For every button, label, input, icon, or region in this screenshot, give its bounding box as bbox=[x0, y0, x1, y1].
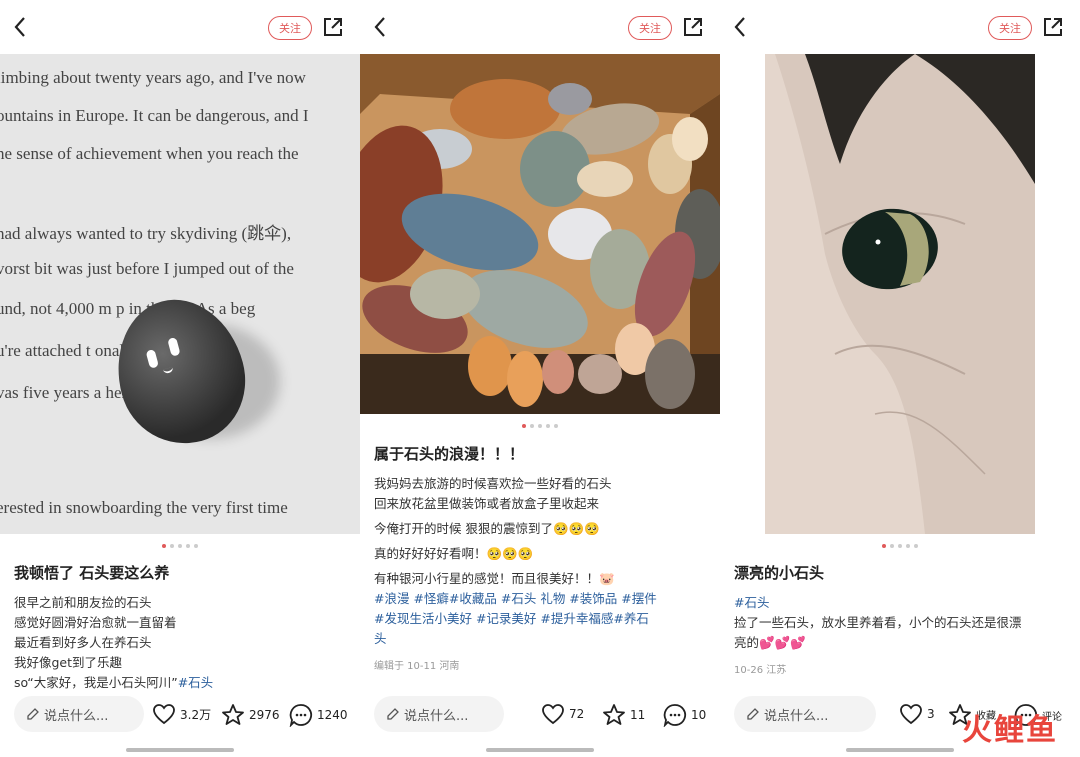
comment-bubble-icon bbox=[289, 704, 313, 727]
post-title: 我顿悟了 石头要这么养 bbox=[14, 564, 170, 582]
stone-in-palm-photo bbox=[765, 54, 1035, 534]
hashtag-links[interactable]: #浪漫 #怪癖#收藏品 #石头 礼物 #装饰品 #摆件 bbox=[374, 589, 708, 609]
watermark-logo: 火鲤鱼 bbox=[962, 705, 1058, 749]
home-indicator bbox=[846, 748, 954, 752]
top-bar: 关注 bbox=[720, 0, 1080, 54]
post-text-line: 感觉好圆滑好治愈就一直留着 bbox=[14, 615, 177, 630]
post-content: 漂亮的小石头 #石头 捡了一些石头，放水里养着看，小个的石头还是很漂 亮的💕💕💕… bbox=[734, 562, 1068, 676]
back-arrow-icon[interactable] bbox=[370, 14, 392, 40]
post-image[interactable] bbox=[765, 54, 1035, 534]
comment-input[interactable]: 说点什么... bbox=[374, 696, 504, 732]
post-image[interactable]: limbing about twenty years ago, and I've… bbox=[0, 54, 360, 534]
share-icon[interactable] bbox=[1041, 15, 1065, 39]
bottom-action-bar: 说点什么... 72 11 10 bbox=[360, 696, 720, 736]
home-indicator bbox=[486, 748, 594, 752]
like-button[interactable]: 3.2万 bbox=[152, 703, 211, 725]
post-content: 我顿悟了 石头要这么养 很早之前和朋友捡的石头 感觉好圆滑好治愈就一直留着 最近… bbox=[14, 562, 348, 693]
post-text-line: 我妈妈去旅游的时候喜欢捡一些好看的石头 bbox=[374, 476, 612, 491]
post-panel-2: 关注 属于石头的浪漫！！！ 我妈妈去旅游的时候喜欢捡一些好看的石头 回来放花盆里… bbox=[360, 0, 720, 757]
hashtag-links[interactable]: 头 bbox=[374, 629, 708, 649]
back-arrow-icon[interactable] bbox=[730, 14, 752, 40]
post-text-line: 亮的💕💕💕 bbox=[734, 635, 806, 650]
share-icon[interactable] bbox=[681, 15, 705, 39]
post-meta: 编辑于 10-11 河南 bbox=[374, 661, 460, 672]
post-text-line: 很早之前和朋友捡的石头 bbox=[14, 595, 152, 610]
heart-icon bbox=[542, 704, 564, 725]
like-count: 72 bbox=[569, 707, 585, 721]
book-text-line: he sense of achievement when you reach t… bbox=[0, 144, 299, 163]
book-text-line: vorst bit was just before I jumped out o… bbox=[0, 259, 294, 278]
book-text-line: erested in snowboarding the very first t… bbox=[0, 498, 288, 517]
comment-bubble-icon bbox=[663, 704, 687, 727]
image-pager-dots bbox=[0, 544, 360, 548]
bottom-action-bar: 说点什么... 3.2万 2976 1240 bbox=[0, 696, 360, 736]
book-text-line: ountains in Europe. It can be dangerous,… bbox=[0, 106, 309, 125]
collect-count: 2976 bbox=[249, 707, 280, 722]
comment-count: 10 bbox=[691, 708, 707, 722]
post-title: 漂亮的小石头 bbox=[734, 564, 825, 582]
like-button[interactable]: 72 bbox=[541, 703, 584, 725]
pencil-icon bbox=[387, 708, 399, 720]
collect-button[interactable]: 2976 bbox=[221, 703, 280, 726]
collect-count: 11 bbox=[630, 707, 646, 722]
post-panel-3: 关注 漂亮的小石头 #石头 捡了一些石头，放水里养着看，小个的石头还是很漂 亮的… bbox=[720, 0, 1080, 757]
hashtag-link[interactable]: #石头 bbox=[178, 675, 213, 690]
pencil-icon bbox=[27, 708, 39, 720]
collect-button[interactable]: 11 bbox=[602, 703, 645, 726]
comment-button[interactable]: 10 bbox=[663, 703, 706, 727]
share-icon[interactable] bbox=[321, 15, 345, 39]
like-count: 3 bbox=[927, 707, 935, 721]
post-text-line: 回来放花盆里做装饰或者放盒子里收起来 bbox=[374, 496, 600, 511]
heart-icon bbox=[900, 704, 922, 725]
post-text-line: so“大家好，我是小石头阿川”#石头 bbox=[14, 673, 348, 693]
star-icon bbox=[603, 704, 625, 725]
hashtag-link[interactable]: #石头 bbox=[734, 593, 1068, 613]
back-arrow-icon[interactable] bbox=[10, 14, 32, 40]
pencil-icon bbox=[747, 708, 759, 720]
heart-icon bbox=[153, 704, 175, 725]
post-text-line: 捡了一些石头，放水里养着看，小个的石头还是很漂 bbox=[734, 615, 1022, 630]
hashtag-links[interactable]: #发现生活小美好 #记录美好 #提升幸福感#养石 bbox=[374, 609, 708, 629]
star-icon bbox=[222, 704, 244, 725]
home-indicator bbox=[126, 748, 234, 752]
post-panel-1: 关注 limbing about twenty years ago, and I… bbox=[0, 0, 360, 757]
book-text-line: had always wanted to try skydiving (跳伞), bbox=[0, 224, 292, 243]
comment-input[interactable]: 说点什么... bbox=[734, 696, 876, 732]
follow-button[interactable]: 关注 bbox=[988, 16, 1032, 40]
comment-placeholder: 说点什么... bbox=[764, 708, 829, 724]
comment-placeholder: 说点什么... bbox=[404, 708, 469, 724]
post-text-line: 有种银河小行星的感觉！而且很美好！！🐷 bbox=[374, 571, 615, 586]
follow-button[interactable]: 关注 bbox=[628, 16, 672, 40]
post-image[interactable] bbox=[360, 54, 720, 414]
post-text: so“大家好，我是小石头阿川” bbox=[14, 675, 178, 690]
post-content: 属于石头的浪漫！！！ 我妈妈去旅游的时候喜欢捡一些好看的石头 回来放花盆里做装饰… bbox=[374, 443, 708, 672]
post-title: 属于石头的浪漫！！！ bbox=[374, 445, 525, 463]
comment-placeholder: 说点什么... bbox=[44, 708, 109, 724]
watermark-text: 火鲤鱼 bbox=[962, 713, 1058, 748]
post-meta: 10-26 江苏 bbox=[734, 665, 787, 676]
follow-button[interactable]: 关注 bbox=[268, 16, 312, 40]
post-text-line: 我好像get到了乐趣 bbox=[14, 655, 123, 670]
stones-in-box-photo bbox=[360, 54, 720, 414]
comment-input[interactable]: 说点什么... bbox=[14, 696, 144, 732]
book-text-line: limbing about twenty years ago, and I've… bbox=[0, 68, 306, 87]
top-bar: 关注 bbox=[0, 0, 360, 54]
like-count: 3.2万 bbox=[180, 707, 212, 722]
image-pager-dots bbox=[360, 424, 720, 428]
top-bar: 关注 bbox=[360, 0, 720, 54]
post-text-line: 最近看到好多人在养石头 bbox=[14, 635, 152, 650]
image-pager-dots bbox=[720, 544, 1080, 548]
comment-count: 1240 bbox=[317, 708, 348, 722]
post-text-line: 今俺打开的时候 狠狠的震惊到了🥺🥺🥺 bbox=[374, 521, 600, 536]
post-text-line: 真的好好好好看啊！🥺🥺🥺 bbox=[374, 546, 534, 561]
comment-button[interactable]: 1240 bbox=[289, 703, 348, 727]
like-button[interactable]: 3 bbox=[899, 703, 935, 725]
